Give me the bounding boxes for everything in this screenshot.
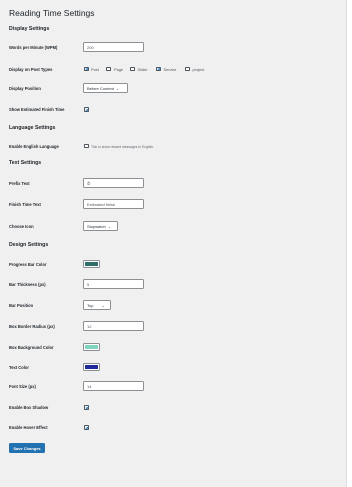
bar-thickness-label: Bar Thickness (px) xyxy=(9,282,46,287)
text-color-picker[interactable] xyxy=(83,363,100,371)
finish-time-text-label: Finish Time Text xyxy=(9,202,41,207)
prefix-text-label: Prefix Text xyxy=(9,181,30,186)
text-color-fill xyxy=(85,365,98,369)
post-type-post-checkbox[interactable] xyxy=(84,66,89,71)
section-title-design: Design Settings xyxy=(9,242,49,248)
post-types-label: Display on Post Types xyxy=(9,67,53,72)
finish-time-text-input[interactable]: Estimated finish xyxy=(83,199,144,209)
post-type-page-checkbox[interactable] xyxy=(106,66,111,71)
text-color-label: Text Color xyxy=(9,365,29,370)
choose-icon-value: Stopwatch xyxy=(87,224,106,229)
progress-color-picker[interactable] xyxy=(83,260,100,268)
display-position-label: Display Position xyxy=(9,86,41,91)
page-title: Reading Time Settings xyxy=(9,8,95,18)
box-shadow-label: Enable Box Shadow xyxy=(9,405,49,410)
border-radius-input[interactable]: 12 xyxy=(83,321,144,331)
wpm-input[interactable]: 200 xyxy=(83,42,144,52)
hover-effect-label: Enable Hover Effect xyxy=(9,425,48,430)
font-size-input[interactable]: 14 xyxy=(83,381,144,391)
wpm-label: Words per Minute (WPM) xyxy=(9,45,58,50)
finish-time-checkbox[interactable] xyxy=(84,107,89,112)
english-language-description: Tick to show reward messages in English. xyxy=(91,144,155,149)
post-type-project-label: project xyxy=(192,67,205,72)
chevron-down-icon: ⌄ xyxy=(115,86,120,91)
hover-effect-checkbox[interactable] xyxy=(84,425,89,430)
box-bg-color-label: Box Background Color xyxy=(9,345,54,350)
settings-panel: Reading Time Settings Display Settings W… xyxy=(0,0,347,487)
english-language-checkbox[interactable] xyxy=(84,143,89,148)
chevron-down-icon: ⌄ xyxy=(107,224,112,229)
prefix-text-input[interactable]: ⏱ xyxy=(83,178,144,188)
bar-position-label: Bar Position xyxy=(9,303,34,308)
post-type-service-label: Service xyxy=(163,67,177,72)
choose-icon-select[interactable]: Stopwatch ⌄ xyxy=(83,221,118,231)
border-radius-label: Box Border Radius (px) xyxy=(9,324,55,329)
section-title-text: Text Settings xyxy=(9,160,42,166)
progress-color-fill xyxy=(85,262,98,266)
box-shadow-checkbox[interactable] xyxy=(84,405,89,410)
bar-position-select[interactable]: Top ⌄ xyxy=(83,300,111,310)
box-bg-color-fill xyxy=(85,345,98,349)
save-changes-button[interactable]: Save Changes xyxy=(9,443,45,453)
post-type-slider-checkbox[interactable] xyxy=(130,66,135,71)
font-size-label: Font Size (px) xyxy=(9,384,36,389)
english-language-label: Enable English Language xyxy=(9,144,59,149)
section-title-language: Language Settings xyxy=(9,125,56,131)
post-type-service-checkbox[interactable] xyxy=(156,66,161,71)
display-position-value: Before Content xyxy=(87,86,114,91)
choose-icon-label: Choose Icon xyxy=(9,224,34,229)
box-bg-color-picker[interactable] xyxy=(83,343,100,351)
post-type-page-label: Page xyxy=(114,67,124,72)
bar-thickness-input[interactable]: 5 xyxy=(83,279,144,289)
section-title-display: Display Settings xyxy=(9,26,50,32)
progress-color-label: Progress Bar Color xyxy=(9,262,47,267)
post-type-project-checkbox[interactable] xyxy=(185,66,190,71)
finish-time-label: Show Estimated Finish Time xyxy=(9,107,65,112)
display-position-select[interactable]: Before Content ⌄ xyxy=(83,83,128,93)
post-type-slider-label: Slider xyxy=(137,67,148,72)
post-type-post-label: Post xyxy=(91,67,99,72)
bar-position-value: Top xyxy=(87,303,94,308)
chevron-down-icon: ⌄ xyxy=(101,303,105,308)
